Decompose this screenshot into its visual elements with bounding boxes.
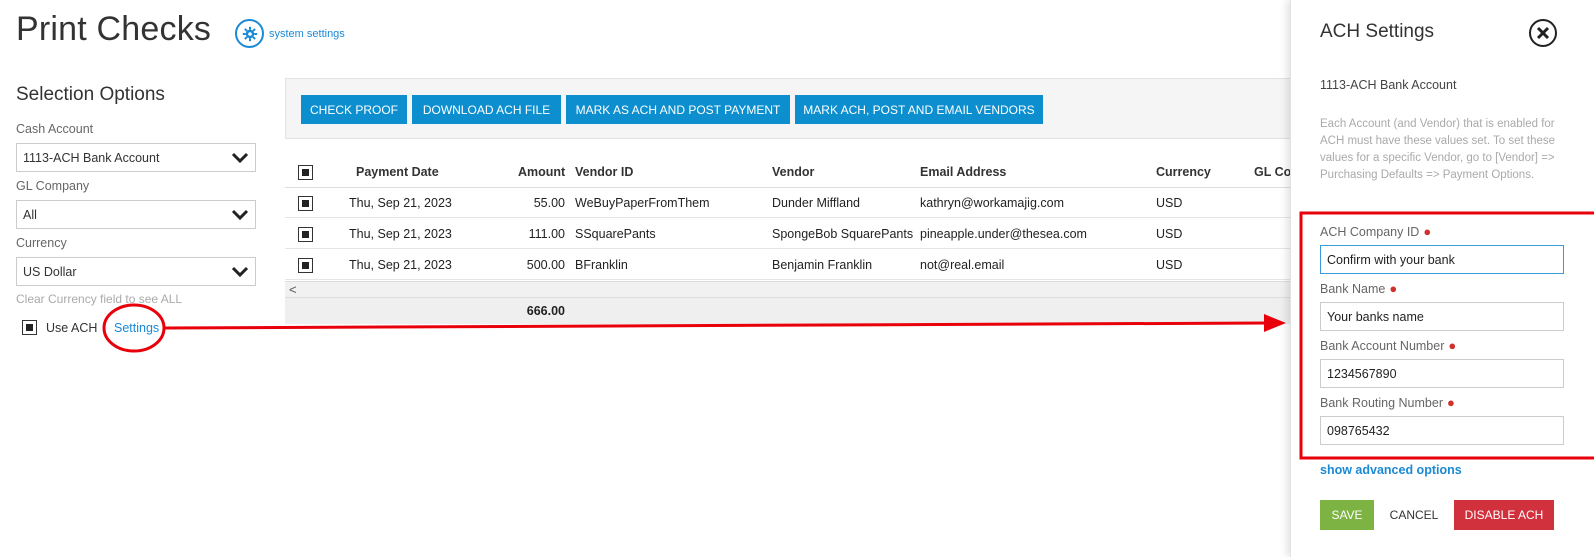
close-icon[interactable] — [1529, 19, 1557, 47]
ach-company-id-label-text: ACH Company ID — [1320, 225, 1420, 239]
cash-account-value: 1113-ACH Bank Account — [23, 150, 160, 165]
row-checkbox[interactable] — [298, 196, 313, 211]
table-row[interactable]: Thu, Sep 21, 2023 111.00 SSquarePants Sp… — [285, 219, 1295, 249]
disable-ach-button[interactable]: DISABLE ACH — [1454, 500, 1554, 530]
ach-settings-link[interactable]: Settings — [114, 321, 159, 335]
system-settings-label[interactable]: system settings — [269, 28, 345, 40]
chevron-down-icon — [231, 209, 249, 221]
cell-currency: USD — [1156, 196, 1183, 210]
page-title: Print Checks — [16, 10, 212, 48]
header-currency[interactable]: Currency — [1156, 165, 1211, 179]
header-vendor[interactable]: Vendor — [772, 165, 814, 179]
header-email[interactable]: Email Address — [920, 165, 1006, 179]
cell-vendor-id: WeBuyPaperFromThem — [575, 196, 710, 210]
check-proof-button[interactable]: CHECK PROOF — [301, 95, 407, 124]
cell-amount: 500.00 — [526, 258, 565, 272]
system-settings-link[interactable]: system settings — [235, 19, 345, 48]
ach-company-id-input[interactable] — [1320, 245, 1564, 274]
gear-icon[interactable] — [235, 19, 264, 48]
download-ach-file-button[interactable]: DOWNLOAD ACH FILE — [412, 95, 561, 124]
select-all-checkbox[interactable] — [298, 165, 313, 180]
grid-header: Payment Date Amount Vendor ID Vendor Ema… — [285, 158, 1296, 188]
horizontal-scrollbar[interactable]: < — [285, 281, 1295, 297]
currency-select[interactable]: US Dollar — [16, 257, 256, 286]
bank-routing-number-input[interactable] — [1320, 416, 1564, 445]
bank-name-input[interactable] — [1320, 302, 1564, 331]
gl-company-select[interactable]: All — [16, 200, 256, 229]
currency-label: Currency — [16, 236, 67, 250]
required-marker: ● — [1446, 395, 1455, 410]
cell-payment-date: Thu, Sep 21, 2023 — [349, 258, 452, 272]
ach-settings-panel: ACH Settings 1113-ACH Bank Account Each … — [1290, 0, 1594, 557]
currency-hint: Clear Currency field to see ALL — [16, 292, 183, 306]
panel-account-name: 1113-ACH Bank Account — [1320, 78, 1457, 92]
show-advanced-options-link[interactable]: show advanced options — [1320, 463, 1462, 477]
cell-vendor: Benjamin Franklin — [772, 258, 873, 272]
action-toolbar: CHECK PROOF DOWNLOAD ACH FILE MARK AS AC… — [285, 78, 1295, 139]
save-button[interactable]: SAVE — [1320, 500, 1374, 530]
cash-account-label: Cash Account — [16, 122, 94, 136]
bank-name-label-text: Bank Name — [1320, 282, 1386, 296]
required-marker: ● — [1423, 224, 1432, 239]
panel-title: ACH Settings — [1320, 21, 1435, 42]
header-payment-date[interactable]: Payment Date — [356, 165, 439, 179]
cell-payment-date: Thu, Sep 21, 2023 — [349, 227, 452, 241]
cell-vendor-id: SSquarePants — [575, 227, 656, 241]
ach-company-id-label: ACH Company ID ● — [1320, 224, 1431, 239]
header-amount[interactable]: Amount — [518, 165, 565, 179]
table-row[interactable]: Thu, Sep 21, 2023 500.00 BFranklin Benja… — [285, 250, 1295, 280]
required-marker: ● — [1448, 338, 1457, 353]
bank-account-number-label: Bank Account Number ● — [1320, 338, 1456, 353]
cell-amount: 111.00 — [528, 227, 565, 241]
header-vendor-id[interactable]: Vendor ID — [575, 165, 633, 179]
bank-name-label: Bank Name ● — [1320, 281, 1397, 296]
cell-amount: 55.00 — [533, 196, 565, 210]
bank-routing-number-label: Bank Routing Number ● — [1320, 395, 1455, 410]
currency-value: US Dollar — [23, 264, 77, 279]
mark-ach-post-payment-button[interactable]: MARK AS ACH AND POST PAYMENT — [566, 95, 790, 124]
panel-description: Each Account (and Vendor) that is enable… — [1320, 118, 1556, 181]
cell-vendor-id: BFranklin — [575, 258, 628, 272]
table-row[interactable]: Thu, Sep 21, 2023 55.00 WeBuyPaperFromTh… — [285, 188, 1295, 218]
chevron-down-icon — [231, 266, 249, 278]
cash-account-select[interactable]: 1113-ACH Bank Account — [16, 143, 256, 172]
cell-email: kathryn@workamajig.com — [920, 196, 1064, 210]
bank-account-number-input[interactable] — [1320, 359, 1564, 388]
use-ach-label: Use ACH — [46, 320, 98, 335]
required-marker: ● — [1389, 281, 1398, 296]
cell-payment-date: Thu, Sep 21, 2023 — [349, 196, 452, 210]
total-amount: 666.00 — [526, 304, 565, 318]
selection-options-title: Selection Options — [16, 84, 165, 105]
cell-vendor: SpongeBob SquarePants — [772, 227, 914, 241]
gl-company-value: All — [23, 207, 37, 222]
scroll-left-arrow-icon[interactable]: < — [289, 282, 297, 297]
cell-email: pineapple.under@thesea.com — [920, 227, 1087, 241]
bank-routing-number-label-text: Bank Routing Number — [1320, 396, 1443, 410]
mark-ach-post-email-button[interactable]: MARK ACH, POST AND EMAIL VENDORS — [795, 95, 1043, 124]
cell-email: not@real.email — [920, 258, 1005, 272]
row-checkbox[interactable] — [298, 258, 313, 273]
chevron-down-icon — [231, 152, 249, 164]
gl-company-label: GL Company — [16, 179, 90, 193]
cell-vendor: Dunder Miffland — [772, 196, 861, 210]
cell-currency: USD — [1156, 227, 1183, 241]
cancel-button[interactable]: CANCEL — [1390, 500, 1439, 530]
row-checkbox[interactable] — [298, 227, 313, 242]
bank-account-number-label-text: Bank Account Number — [1320, 339, 1445, 353]
cell-currency: USD — [1156, 258, 1183, 272]
use-ach-toggle[interactable]: Use ACH — [22, 320, 97, 335]
use-ach-checkbox[interactable] — [22, 320, 37, 335]
totals-row: 666.00 — [285, 297, 1295, 324]
